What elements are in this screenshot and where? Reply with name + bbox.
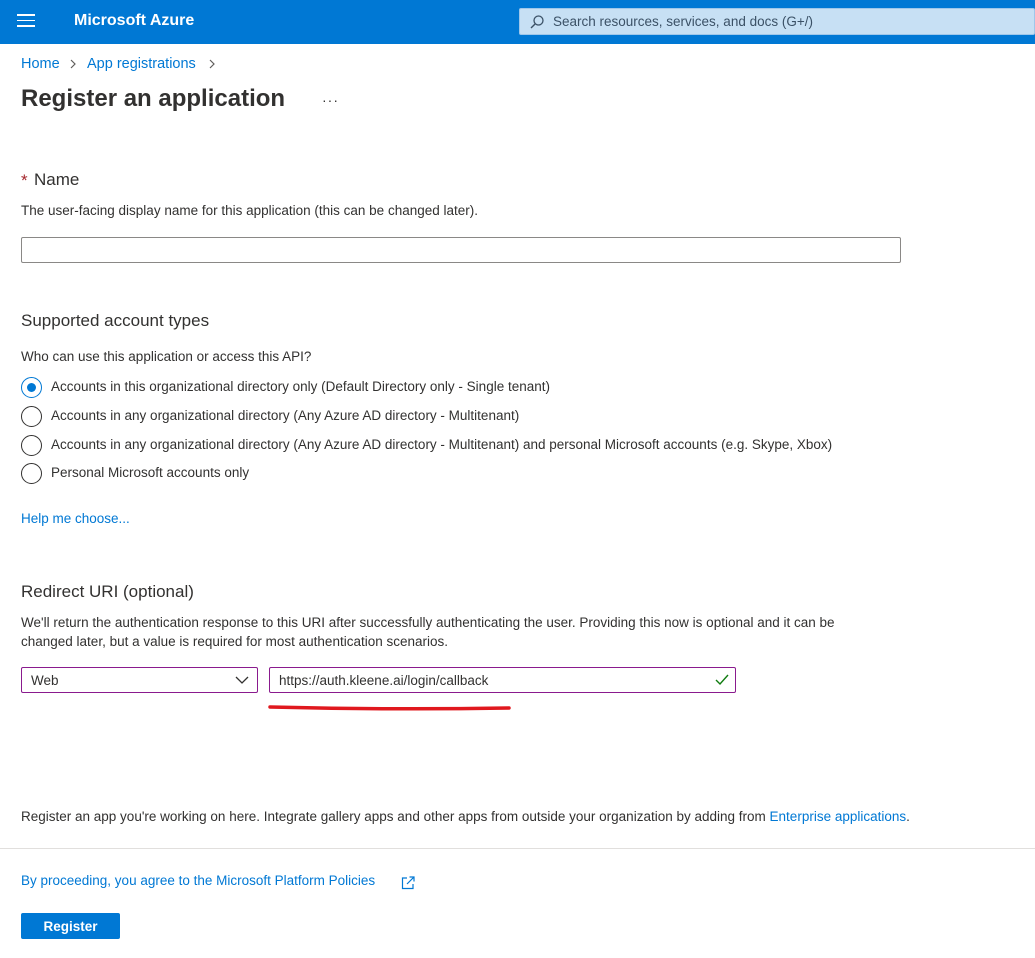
redirect-uri-input[interactable] — [270, 668, 710, 692]
redirect-uri-heading: Redirect URI (optional) — [21, 582, 194, 601]
redirect-description-line1: We'll return the authentication response… — [21, 615, 835, 630]
radio-button[interactable] — [21, 406, 42, 427]
account-types-question: Who can use this application or access t… — [21, 349, 312, 364]
platform-policies-link[interactable]: By proceeding, you agree to the Microsof… — [21, 873, 375, 888]
name-label: Name — [34, 170, 80, 189]
name-input[interactable] — [21, 237, 901, 263]
radio-button[interactable] — [21, 463, 42, 484]
radio-label: Accounts in any organizational directory… — [51, 408, 520, 423]
checkmark-icon — [715, 674, 729, 686]
external-link-icon[interactable] — [400, 875, 416, 891]
required-marker: * — [21, 171, 28, 190]
redirect-uri-field[interactable] — [269, 667, 736, 693]
search-placeholder: Search resources, services, and docs (G+… — [553, 14, 813, 29]
register-button[interactable]: Register — [21, 913, 120, 939]
annotation-underline — [268, 705, 511, 711]
register-note: Register an app you're working on here. … — [21, 809, 910, 824]
hamburger-menu-icon[interactable] — [17, 14, 35, 30]
platform-dropdown[interactable]: Web — [21, 667, 258, 693]
enterprise-applications-link[interactable]: Enterprise applications — [770, 809, 907, 824]
account-types-heading: Supported account types — [21, 311, 210, 330]
register-note-text: Register an app you're working on here. … — [21, 809, 766, 824]
brand-title[interactable]: Microsoft Azure — [74, 12, 194, 30]
redirect-description-line2: changed later, but a value is required f… — [21, 634, 449, 649]
chevron-right-icon — [70, 59, 76, 69]
page-title: Register an application — [21, 85, 286, 112]
radio-button-selected[interactable] — [21, 377, 42, 398]
platform-selected-value: Web — [31, 673, 59, 688]
search-icon — [530, 15, 544, 29]
search-box[interactable]: Search resources, services, and docs (G+… — [519, 8, 1035, 35]
more-options-button[interactable]: ··· — [322, 92, 339, 108]
register-note-period: . — [906, 809, 910, 824]
help-me-choose-link[interactable]: Help me choose... — [21, 511, 130, 526]
radio-label: Accounts in this organizational director… — [51, 379, 550, 394]
top-bar: Microsoft Azure Search resources, servic… — [0, 0, 1035, 44]
chevron-down-icon — [235, 676, 249, 684]
divider — [0, 848, 1035, 849]
radio-label: Accounts in any organizational directory… — [51, 437, 833, 452]
chevron-right-icon — [209, 59, 215, 69]
name-description: The user-facing display name for this ap… — [21, 203, 478, 218]
radio-button[interactable] — [21, 435, 42, 456]
breadcrumb-app-registrations[interactable]: App registrations — [87, 56, 196, 72]
radio-label: Personal Microsoft accounts only — [51, 465, 250, 480]
breadcrumb-home[interactable]: Home — [21, 56, 60, 72]
